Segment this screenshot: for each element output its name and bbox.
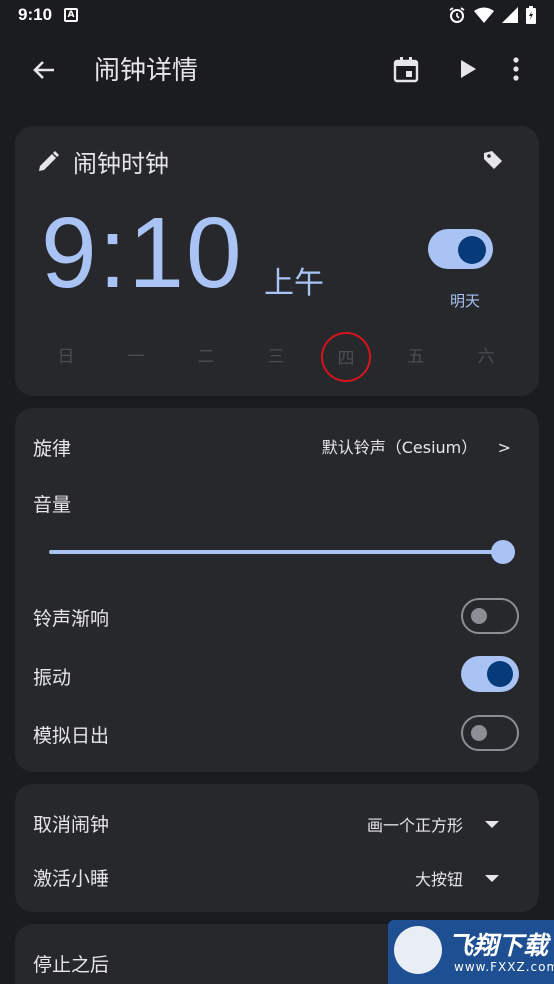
switch-knob <box>487 661 513 687</box>
alarm-minute: 10 <box>128 197 244 309</box>
switch-knob <box>471 608 487 624</box>
fade-switch[interactable] <box>461 598 519 634</box>
snooze-method-value: 大按钮 <box>414 870 463 889</box>
more-vert-icon[interactable] <box>504 54 528 84</box>
day-saturday[interactable]: 六 <box>461 332 511 382</box>
day-friday[interactable]: 五 <box>391 332 441 382</box>
chevron-right-icon: > <box>497 438 511 457</box>
time-colon: : <box>98 197 129 309</box>
watermark-url: www.FXXZ.com <box>454 960 554 974</box>
alarm-time[interactable]: 9:10 <box>41 196 244 311</box>
day-sunday[interactable]: 日 <box>41 332 91 382</box>
day-tuesday[interactable]: 二 <box>181 332 231 382</box>
fade-label: 铃声渐响 <box>33 608 110 630</box>
snooze-label: 激活小睡 <box>33 868 110 890</box>
alarm-clock-icon <box>449 7 465 23</box>
volume-slider-thumb[interactable] <box>491 540 515 564</box>
label-tag-icon[interactable] <box>481 148 505 172</box>
alarm-label-row[interactable]: 闹钟时钟 <box>35 144 169 179</box>
dropdown-arrow-icon <box>485 874 499 882</box>
notification-icon: A <box>64 8 79 22</box>
status-icons <box>448 6 536 24</box>
status-bar: 9:10 A <box>0 0 554 30</box>
wifi-icon <box>474 7 494 23</box>
signal-icon <box>502 7 518 23</box>
vibrate-label: 振动 <box>33 667 72 689</box>
page-title: 闹钟详情 <box>94 56 199 86</box>
snooze-method-dropdown[interactable]: 大按钮 <box>415 866 499 890</box>
day-wednesday[interactable]: 三 <box>251 332 301 382</box>
alarm-next-day: 明天 <box>450 292 481 310</box>
day-monday[interactable]: 一 <box>111 332 161 382</box>
ringtone-label: 旋律 <box>33 438 72 460</box>
vibrate-switch[interactable] <box>461 656 519 692</box>
calendar-icon[interactable] <box>390 54 422 86</box>
alarm-enable-switch[interactable] <box>428 229 493 269</box>
cancel-method-dropdown[interactable]: 画一个正方形 <box>367 812 499 836</box>
weekday-selector: 日 一 二 三 四 五 六 <box>31 332 525 382</box>
cancel-alarm-label: 取消闹钟 <box>33 814 110 836</box>
app-bar: 闹钟详情 <box>0 40 554 98</box>
status-time: 9:10 <box>18 5 53 24</box>
volume-label: 音量 <box>33 494 72 516</box>
volume-slider-track[interactable] <box>49 550 503 554</box>
alarm-card[interactable]: 闹钟时钟 9:10 上午 明天 日 一 二 三 四 五 六 <box>15 126 539 396</box>
alarm-hour: 9 <box>41 197 99 309</box>
sound-settings-card: 旋律 默认铃声（Cesium） > 音量 铃声渐响 振动 模拟日出 <box>15 408 539 772</box>
watermark: 飞翔下载 www.FXXZ.com <box>388 920 554 984</box>
watermark-text: 飞翔下载 <box>448 931 549 960</box>
alarm-ampm: 上午 <box>264 266 324 301</box>
cancel-method-value: 画一个正方形 <box>366 816 463 835</box>
switch-knob <box>471 725 487 741</box>
sunrise-switch[interactable] <box>461 715 519 751</box>
dropdown-arrow-icon <box>485 820 499 828</box>
dismiss-card: 取消闹钟 画一个正方形 激活小睡 大按钮 <box>15 784 539 912</box>
ringtone-value: 默认铃声（Cesium） <box>321 438 478 457</box>
day-thursday[interactable]: 四 <box>321 332 371 382</box>
sunrise-label: 模拟日出 <box>33 725 110 747</box>
after-stop-label: 停止之后 <box>33 954 110 976</box>
back-arrow-icon[interactable] <box>28 54 60 86</box>
switch-knob <box>458 236 486 264</box>
ringtone-selector[interactable]: 默认铃声（Cesium） > <box>322 434 511 458</box>
watermark-logo-icon <box>394 926 442 974</box>
play-icon[interactable] <box>452 54 482 84</box>
battery-icon <box>526 6 536 24</box>
pencil-icon <box>39 150 59 171</box>
alarm-label: 闹钟时钟 <box>73 150 169 178</box>
